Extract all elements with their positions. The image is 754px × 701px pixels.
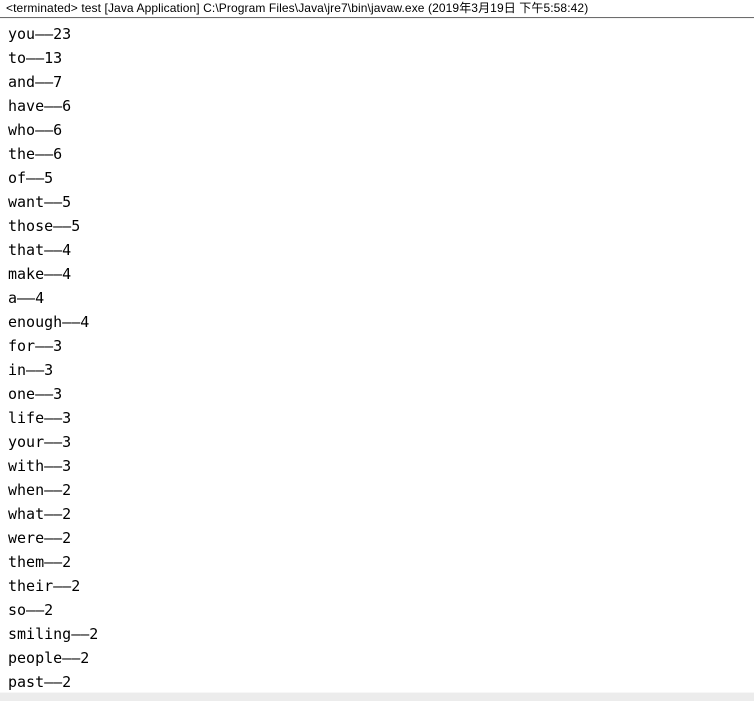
console-line: one——3 bbox=[8, 384, 63, 403]
console-line: past——2 bbox=[8, 672, 72, 691]
console-line: smiling——2 bbox=[8, 624, 99, 643]
console-line: enough——4 bbox=[8, 312, 90, 331]
console-line: so——2 bbox=[8, 600, 54, 619]
console-output-area[interactable]: you——23 to——13 and——7 have——6 who——6 the——6 of… bbox=[0, 18, 754, 692]
console-line: have——6 bbox=[8, 96, 72, 115]
console-line: your——3 bbox=[8, 432, 72, 451]
console-line: who——6 bbox=[8, 120, 63, 139]
console-line: people——2 bbox=[8, 648, 90, 667]
console-line: their——2 bbox=[8, 576, 81, 595]
console-line: want——5 bbox=[8, 192, 72, 211]
console-line: were——2 bbox=[8, 528, 72, 547]
console-line: life——3 bbox=[8, 408, 72, 427]
console-line: when——2 bbox=[8, 480, 72, 499]
console-line: what——2 bbox=[8, 504, 72, 523]
console-line: a——4 bbox=[8, 288, 45, 307]
console-line: those——5 bbox=[8, 216, 81, 235]
console-line: of——5 bbox=[8, 168, 54, 187]
console-line: to——13 bbox=[8, 48, 63, 67]
console-line: for——3 bbox=[8, 336, 63, 355]
console-status-line: <terminated> test [Java Application] C:\… bbox=[0, 0, 754, 17]
console-line: them——2 bbox=[8, 552, 72, 571]
console-line: that——4 bbox=[8, 240, 72, 259]
console-view: <terminated> test [Java Application] C:\… bbox=[0, 0, 754, 701]
console-line: with——3 bbox=[8, 456, 72, 475]
horizontal-scrollbar[interactable] bbox=[0, 692, 754, 701]
console-line: the——6 bbox=[8, 144, 63, 163]
console-status-text: <terminated> test [Java Application] C:\… bbox=[6, 1, 589, 15]
console-line: and——7 bbox=[8, 72, 63, 91]
console-line: in——3 bbox=[8, 360, 54, 379]
console-line: make——4 bbox=[8, 264, 72, 283]
console-line: you——23 bbox=[8, 24, 72, 43]
